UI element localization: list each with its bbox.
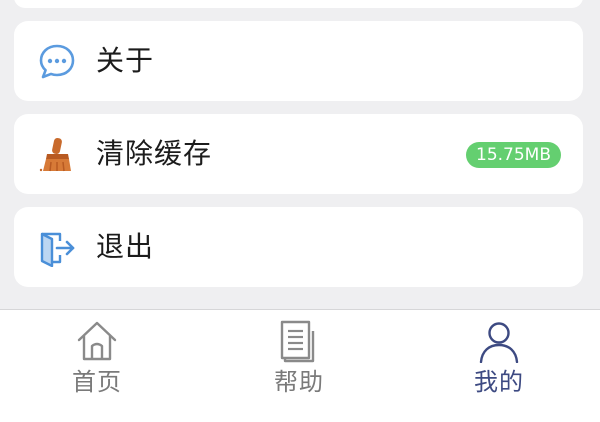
- menu-item-logout[interactable]: 退出: [14, 207, 583, 287]
- tab-help[interactable]: 帮助: [239, 310, 359, 422]
- menu-item-label: 清除缓存: [96, 137, 213, 170]
- menu-card-partial: [14, 0, 583, 8]
- document-icon: [277, 319, 321, 363]
- cache-size-badge: 15.75MB: [466, 142, 561, 168]
- tab-mine[interactable]: 我的: [439, 310, 559, 422]
- menu-item-label: 关于: [96, 44, 155, 77]
- menu-item-label: 退出: [96, 230, 155, 263]
- tab-label: 帮助: [274, 368, 324, 396]
- bottom-tab-bar: 首页 帮助 我的: [0, 309, 600, 422]
- home-icon: [75, 319, 119, 363]
- chat-bubble-icon: [38, 43, 76, 81]
- tab-label: 我的: [474, 368, 524, 396]
- menu-item-about[interactable]: 关于: [14, 21, 583, 101]
- tab-label: 首页: [72, 368, 122, 396]
- broom-icon: [38, 136, 76, 174]
- user-icon: [477, 319, 521, 364]
- menu-item-clear-cache[interactable]: 清除缓存 15.75MB: [14, 114, 583, 194]
- tab-home[interactable]: 首页: [37, 310, 157, 422]
- exit-door-icon: [38, 229, 76, 268]
